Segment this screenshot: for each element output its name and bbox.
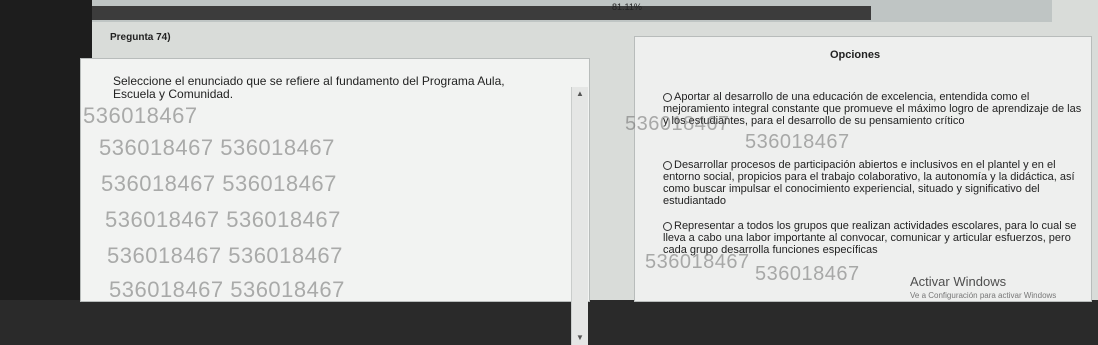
progress-label: 81.11% [612,2,642,12]
watermark-text: 536018467 536018467 [99,135,335,160]
watermark-text: 536018467 536018467 [109,277,345,302]
radio-button[interactable] [663,160,672,170]
watermark-text: 536018467 536018467 [107,243,343,268]
watermark-text: 536018467 [755,263,860,285]
activate-windows-subtitle: Ve a Configuración para activar Windows [910,291,1057,300]
watermark-text: 536018467 536018467 [101,171,337,196]
watermark-text: 536018467 [745,131,850,153]
progress-bar-fill [92,6,871,20]
activate-windows-title: Activar Windows [910,274,1007,289]
watermark-text: 536018467 [83,103,198,128]
exam-page: 81.11% Pregunta 74) Seleccione el enunci… [80,0,1098,345]
question-scrollbar[interactable]: ▲ ▼ [571,87,588,345]
radio-button[interactable] [663,221,672,231]
option-item[interactable]: Desarrollar procesos de participación ab… [663,159,1083,207]
scroll-down-arrow-icon[interactable]: ▼ [572,331,588,345]
question-text: Seleccione el enunciado que se refiere a… [113,74,505,101]
options-panel: Opciones Aportar al desarrollo de una ed… [625,36,1092,302]
question-panel: Seleccione el enunciado que se refiere a… [80,58,590,345]
option-text: Representar a todos los grupos que reali… [663,220,1077,256]
option-text: Aportar al desarrollo de una educación d… [663,91,1082,127]
radio-button[interactable] [663,92,672,102]
scroll-up-arrow-icon[interactable]: ▲ [572,87,588,101]
option-text: Desarrollar procesos de participación ab… [663,159,1075,207]
option-item[interactable]: Representar a todos los grupos que reali… [663,220,1083,256]
progress-bar: 81.11% [92,0,1052,22]
options-title: Opciones [829,49,881,61]
watermark-text: 536018467 536018467 [105,207,341,232]
question-number: Pregunta 74) [110,32,171,43]
left-dark-edge [0,0,92,300]
option-item[interactable]: Aportar al desarrollo de una educación d… [663,91,1083,127]
